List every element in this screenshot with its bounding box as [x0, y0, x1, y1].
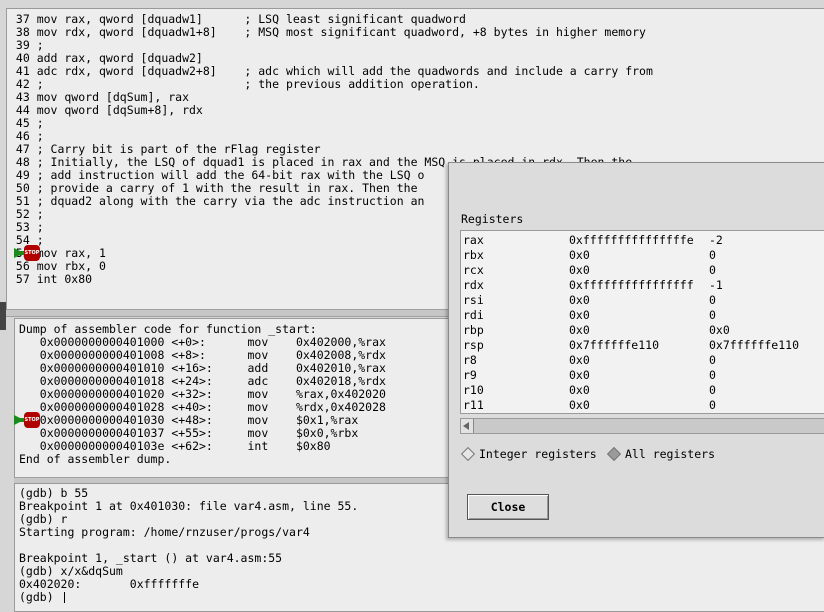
register-name: rsi: [463, 293, 484, 307]
stop-sign-icon: STOP: [24, 245, 40, 261]
console-line: Breakpoint 1 at 0x401030: file var4.asm,…: [19, 499, 359, 513]
source-line: 45 ;: [9, 116, 44, 130]
register-row-rdi[interactable]: rdi 0x0 0: [463, 308, 823, 323]
register-name: rsp: [463, 338, 484, 352]
current-instruction-arrowhead-icon: [14, 415, 24, 425]
register-row-rdx[interactable]: rdx 0xffffffffffffffff -1: [463, 278, 823, 293]
console-line: Starting program: /home/rnzuser/progs/va…: [19, 525, 310, 539]
register-hex-value: 0xffffffffffffffff: [569, 278, 694, 292]
register-natural-value: 0: [709, 248, 716, 262]
register-name: r10: [463, 383, 484, 397]
register-name: rcx: [463, 263, 484, 277]
register-name: rdi: [463, 308, 484, 322]
register-name: rax: [463, 233, 484, 247]
console-line: 0x402020: 0xfffffffe: [19, 577, 200, 591]
radio-integer-registers[interactable]: Integer registers: [460, 446, 597, 463]
register-hex-value: 0x0: [569, 293, 590, 307]
register-hex-value: 0x0: [569, 308, 590, 322]
register-natural-value: 0: [709, 368, 716, 382]
console-line: (gdb): [19, 591, 358, 604]
register-hex-value: 0x0: [569, 323, 590, 337]
register-row-r9[interactable]: r9 0x0 0: [463, 368, 823, 383]
text-cursor: [63, 592, 65, 603]
registers-horizontal-scrollbar[interactable]: [460, 418, 824, 434]
registers-dialog: Registers rax 0xfffffffffffffffe -2 rbx 0x0 0…: [448, 162, 824, 538]
register-hex-value: 0x0: [569, 353, 590, 367]
register-natural-value: 0: [709, 308, 716, 322]
register-name: rdx: [463, 278, 484, 292]
console-output[interactable]: (gdb) b 55 Breakpoint 1 at 0x401030: file…: [19, 487, 358, 604]
registers-table[interactable]: rax 0xfffffffffffffffe -2 rbx 0x0 0 rcx 0x0 0 rdx…: [460, 230, 824, 414]
current-line-arrowhead-icon: [14, 248, 24, 258]
register-row-r10[interactable]: r10 0x0 0: [463, 383, 823, 398]
register-hex-value: 0xfffffffffffffffe: [569, 233, 694, 247]
register-natural-value: 0: [709, 353, 716, 367]
assembler-line: End of assembler dump.: [19, 452, 172, 466]
radio-all-registers[interactable]: All registers: [606, 446, 716, 463]
register-row-rax[interactable]: rax 0xfffffffffffffffe -2: [463, 233, 823, 248]
register-row-rcx[interactable]: rcx 0x0 0: [463, 263, 823, 278]
register-row-rsi[interactable]: rsi 0x0 0: [463, 293, 823, 308]
assembler-breakpoint-marker[interactable]: STOP: [14, 412, 48, 428]
register-natural-value: 0: [709, 383, 716, 397]
register-natural-value: 0x0: [709, 323, 730, 337]
register-natural-value: -1: [709, 278, 723, 292]
register-row-rbp[interactable]: rbp 0x0 0x0: [463, 323, 823, 338]
close-button[interactable]: Close: [467, 494, 549, 520]
register-name: rbp: [463, 323, 484, 337]
left-window-edge: [0, 302, 6, 330]
radio-integer-label: Integer registers: [479, 447, 597, 461]
register-name: r8: [463, 353, 477, 367]
register-natural-value: -2: [709, 233, 723, 247]
register-row-rsp[interactable]: rsp 0x7ffffffe110 0x7ffffffe110: [463, 338, 823, 353]
register-row-r8[interactable]: r8 0x0 0: [463, 353, 823, 368]
register-hex-value: 0x0: [569, 398, 590, 412]
register-hex-value: 0x0: [569, 368, 590, 382]
source-breakpoint-marker[interactable]: STOP: [14, 245, 48, 261]
register-hex-value: 0x0: [569, 248, 590, 262]
register-row-rbx[interactable]: rbx 0x0 0: [463, 248, 823, 263]
registers-title: Registers: [461, 212, 524, 226]
register-name: r9: [463, 368, 477, 382]
register-name: r11: [463, 398, 484, 412]
register-hex-value: 0x0: [569, 383, 590, 397]
radio-all-label: All registers: [625, 447, 716, 461]
stop-sign-icon: STOP: [24, 412, 40, 428]
register-natural-value: 0x7ffffffe110: [709, 338, 800, 352]
scroll-left-arrow-icon[interactable]: [461, 419, 474, 433]
register-natural-value: 0: [709, 263, 716, 277]
assembler-dump: Dump of assembler code for function _sta…: [19, 323, 386, 466]
source-line: 44 mov qword [dqSum+8], rdx: [9, 103, 203, 117]
radio-diamond-icon[interactable]: [460, 446, 476, 461]
register-row-r11[interactable]: r11 0x0 0: [463, 398, 823, 413]
register-hex-value: 0x0: [569, 263, 590, 277]
register-natural-value: 0: [709, 398, 716, 412]
register-hex-value: 0x7ffffffe110: [569, 338, 660, 352]
source-line: 38 mov rdx, qword [dquadw1+8] ; MSQ most…: [9, 25, 646, 39]
register-natural-value: 0: [709, 293, 716, 307]
register-name: rbx: [463, 248, 484, 262]
radio-diamond-selected-icon[interactable]: [606, 446, 622, 461]
